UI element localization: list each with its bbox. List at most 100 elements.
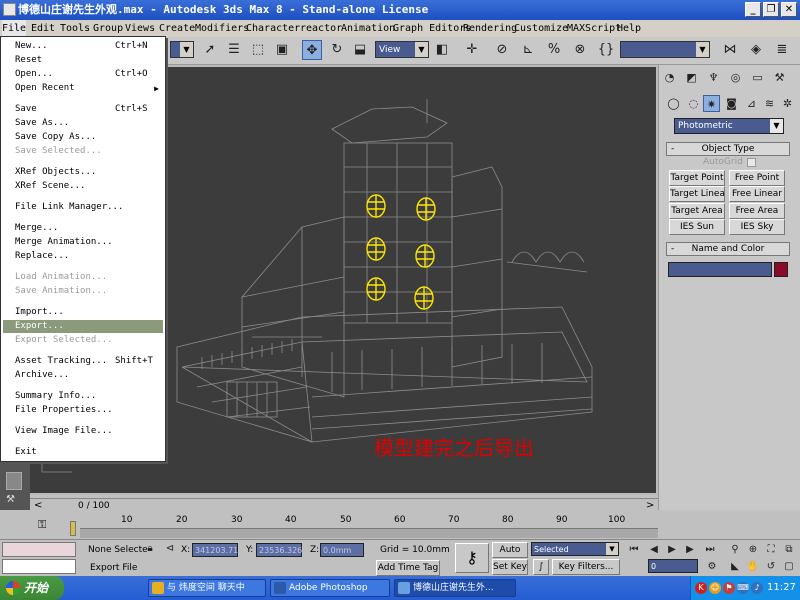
menu-character[interactable]: Character (246, 20, 300, 37)
cameras-icon[interactable]: ◙ (723, 95, 740, 112)
track-bar[interactable]: ⚿ 10 20 30 40 50 60 70 80 90 100 (0, 515, 658, 539)
select-and-rotate-icon[interactable]: ↻ (327, 40, 347, 60)
menu-help[interactable]: Help (617, 20, 641, 37)
menu-item-merge[interactable]: Merge... (3, 222, 163, 235)
time-slider[interactable]: < 0 / 100 > (30, 498, 658, 515)
ies-sun-button[interactable]: IES Sun (669, 219, 725, 235)
antivirus-icon[interactable]: K (695, 582, 707, 594)
lock-icon[interactable]: 🔒︎ (142, 541, 158, 557)
menu-edit[interactable]: Edit (31, 20, 55, 37)
menu-item-archive[interactable]: Archive... (3, 369, 163, 382)
target-area-button[interactable]: Target Area (669, 203, 725, 219)
free-point-button[interactable]: Free Point (729, 170, 785, 186)
volume-icon[interactable]: ♪ (751, 582, 763, 594)
taskbar-item-photoshop[interactable]: Adobe Photoshop (270, 579, 390, 597)
app-icon[interactable] (3, 3, 16, 16)
free-linear-button[interactable]: Free Linear (729, 186, 785, 202)
zoom-extents-all-icon[interactable]: ⧉ (781, 542, 797, 558)
input-method-icon[interactable]: ⌨ (737, 582, 749, 594)
target-linear-button[interactable]: Target Linear (669, 186, 725, 202)
pivot-center-icon[interactable]: ◧ (432, 40, 452, 60)
pan-icon[interactable]: ✋ (745, 559, 761, 575)
percent-snap-icon[interactable]: % (544, 40, 564, 60)
layer-manager-icon[interactable]: ≣ (772, 40, 792, 60)
menu-item-import[interactable]: Import... (3, 306, 163, 319)
slider-prev-icon[interactable]: < (34, 500, 42, 511)
close-button[interactable]: ✕ (781, 2, 797, 17)
default-in-out-tangent-icon[interactable]: ∫ (533, 559, 549, 575)
taskbar-item-3dsmax[interactable]: 博德山庄谢先生外... (394, 579, 516, 597)
key-filter-combo[interactable]: Selected ▼ (531, 542, 619, 556)
restore-button[interactable]: ❐ (763, 2, 779, 17)
rectangular-selection-icon[interactable]: ⬚ (248, 40, 268, 60)
target-point-button[interactable]: Target Point (669, 170, 725, 186)
lights-icon[interactable]: ✷ (703, 95, 720, 112)
light-category-dropdown[interactable]: Photometric ▼ (674, 118, 784, 134)
menu-customize[interactable]: Customize (514, 20, 568, 37)
angle-snap-icon[interactable]: ⊾ (518, 40, 538, 60)
auto-key-button[interactable]: Auto Key (492, 542, 528, 569)
set-key-big-icon[interactable]: ⚷ (455, 543, 489, 573)
systems-icon[interactable]: ✲ (779, 95, 796, 112)
select-and-move-icon[interactable]: ✥ (302, 40, 322, 60)
go-to-end-icon[interactable]: ⏭ (702, 542, 718, 558)
menu-item-file-properties[interactable]: File Properties... (3, 404, 163, 417)
menu-item-open-recent[interactable]: Open Recent ▶ (3, 82, 163, 95)
time-config-icon[interactable]: ⚙ (704, 559, 720, 575)
name-and-color-rollout-header[interactable]: - Name and Color (666, 242, 790, 256)
menu-item-replace[interactable]: Replace... (3, 250, 163, 263)
menu-item-new[interactable]: New... Ctrl+N (3, 40, 163, 53)
zoom-extents-icon[interactable]: ⛶ (763, 542, 779, 558)
maximize-viewport-icon[interactable]: ▢ (781, 559, 797, 575)
menu-reactor[interactable]: reactor (300, 20, 342, 37)
qq-icon[interactable]: ☺ (709, 582, 721, 594)
menu-item-view-image-file[interactable]: View Image File... (3, 425, 163, 438)
object-type-rollout-header[interactable]: - Object Type (666, 142, 790, 156)
helpers-icon[interactable]: ⊿ (743, 95, 760, 112)
track-bar-handle[interactable] (70, 521, 76, 536)
mirror-icon[interactable]: ⋈ (720, 40, 740, 60)
y-coordinate-field[interactable]: 23536.326 (256, 543, 302, 557)
play-icon[interactable]: ▶ (664, 542, 680, 558)
named-selection-sets-combo[interactable]: ▼ (620, 41, 710, 58)
key-mode-icon[interactable]: ⚿ (38, 518, 52, 532)
select-object-icon[interactable]: ➚ (200, 40, 220, 60)
field-of-view-icon[interactable]: ◣ (727, 559, 743, 575)
menu-file[interactable]: File (2, 20, 26, 37)
menu-item-export[interactable]: Export... (3, 320, 163, 333)
create-tab-icon[interactable]: ◔ (661, 69, 678, 86)
x-coordinate-field[interactable]: 341203.71 (192, 543, 238, 557)
set-key-button[interactable]: Set Key (492, 559, 528, 575)
network-icon[interactable]: ⚑ (723, 582, 735, 594)
space-warps-icon[interactable]: ≋ (761, 95, 778, 112)
menu-modifiers[interactable]: Modifiers (195, 20, 249, 37)
menu-item-save-copy-as[interactable]: Save Copy As... (3, 131, 163, 144)
menu-graph-editors[interactable]: Graph Editors (393, 20, 471, 37)
maxscript-input-mini[interactable] (2, 559, 76, 574)
spinner-snap-icon[interactable]: ⊗ (570, 40, 590, 60)
menu-maxscript[interactable]: MAXScript (567, 20, 621, 37)
menu-item-save-as[interactable]: Save As... (3, 117, 163, 130)
select-and-manipulate-icon[interactable]: ✛ (462, 40, 482, 60)
z-coordinate-field[interactable]: 0.0mm (320, 543, 364, 557)
window-crossing-icon[interactable]: ▣ (272, 40, 292, 60)
menu-tools[interactable]: Tools (60, 20, 90, 37)
snaps-toggle-icon[interactable]: ⊘ (492, 40, 512, 60)
motion-tab-icon[interactable]: ◎ (727, 69, 744, 86)
selection-filter-combo[interactable]: ▼ (170, 41, 194, 58)
utilities-tab-icon[interactable]: ⚒ (771, 69, 788, 86)
select-by-name-icon[interactable]: ☰ (224, 40, 244, 60)
next-frame-icon[interactable]: ▶ (682, 542, 698, 558)
menu-item-open[interactable]: Open... Ctrl+O (3, 68, 163, 81)
arc-rotate-icon[interactable]: ↺ (763, 559, 779, 575)
hierarchy-tab-icon[interactable]: ♆ (705, 69, 722, 86)
menu-item-asset-tracking[interactable]: Asset Tracking... Shift+T (3, 355, 163, 368)
menu-item-reset[interactable]: Reset (3, 54, 163, 67)
menu-group[interactable]: Group (93, 20, 123, 37)
object-color-swatch[interactable] (774, 262, 788, 277)
minimize-button[interactable]: _ (745, 2, 761, 17)
menu-create[interactable]: Create (159, 20, 195, 37)
tool-icon[interactable]: ⚒ (6, 494, 22, 506)
current-frame-field[interactable]: 0 (648, 559, 698, 573)
menu-rendering[interactable]: Rendering (463, 20, 517, 37)
